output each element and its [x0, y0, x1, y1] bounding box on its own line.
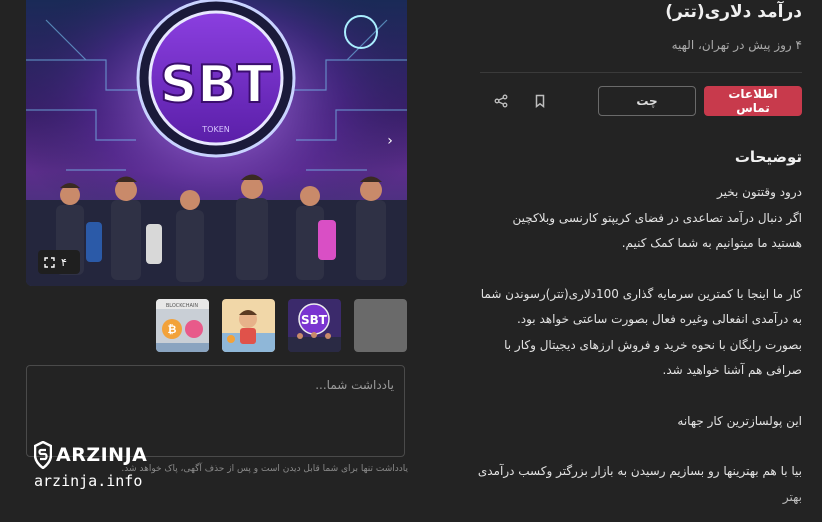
gallery-count: ۴: [61, 255, 67, 269]
thumbnail-placeholder[interactable]: [354, 299, 407, 352]
contact-info-button[interactable]: اطلاعات تماس: [704, 86, 802, 116]
site-watermark: ARZINJA arzinja.info: [34, 440, 164, 496]
description-line: [480, 257, 802, 282]
description-line: هستید ما میتوانیم به شما کمک کنیم.: [621, 236, 802, 250]
share-icon[interactable]: [490, 90, 512, 112]
shield-logo-icon: [34, 441, 52, 469]
listing-subtitle: ۴ روز پیش در تهران، الهیه: [671, 38, 802, 52]
description-line: [480, 434, 802, 459]
description-line: [480, 384, 802, 409]
note-input[interactable]: [39, 376, 396, 450]
watermark-url: arzinja.info: [34, 472, 143, 490]
description-body: درود وقتتون بخیر اگر دنبال درآمد تصاعدی …: [477, 180, 803, 510]
listing-details: درآمد دلاری(تتر) ۴ روز پیش در تهران، اله…: [477, 0, 803, 522]
svg-text:TOKEN: TOKEN: [201, 125, 229, 134]
fullscreen-icon: [44, 256, 55, 268]
description-line: اگر دنبال درآمد تصاعدی در فضای کریپتو کا…: [512, 210, 802, 225]
main-listing-image[interactable]: SBT TOKEN › ۴: [26, 0, 407, 286]
description-line: صرافی هم آشنا خواهید شد.: [662, 363, 803, 377]
description-line: درود وقتتون بخیر: [716, 185, 802, 199]
chevron-right-icon[interactable]: ›: [383, 130, 397, 152]
watermark-logo: ARZINJA: [34, 440, 164, 470]
svg-text:SBT: SBT: [160, 55, 273, 115]
thumbnail-child-illustration[interactable]: [222, 299, 275, 352]
thumbnail-sbt-token[interactable]: SBT: [288, 299, 341, 352]
chat-button[interactable]: چت: [598, 86, 696, 116]
thumbnail-blockchain-coins[interactable]: BLOCKCHAIN ₿: [156, 299, 209, 352]
description-line: بصورت رایگان با نحوه خرید و فروش ارزهای …: [504, 337, 802, 352]
description-line: به درآمدی انفعالی وغیره فعال بصورت ساعتی…: [516, 312, 802, 326]
bookmark-icon[interactable]: [529, 90, 551, 112]
gallery-count-badge[interactable]: ۴: [38, 250, 80, 274]
svg-text:₿: ₿: [168, 323, 177, 336]
description-line: این پولسازترین کار جهانه: [677, 413, 802, 428]
divider: [480, 72, 802, 73]
description-line: کار ما اینجا با کمترین سرمایه گذاری 100د…: [480, 286, 802, 301]
thumbnail-strip: SBT BLOCKCHAIN ₿: [156, 299, 408, 353]
watermark-brand: ARZINJA: [56, 444, 148, 466]
description-title: توضیحات: [734, 148, 802, 166]
description-line: بیا با هم بهترینها رو بسازیم رسیدن به با…: [477, 464, 802, 478]
svg-text:SBT: SBT: [301, 313, 328, 327]
sbt-token-illustration: SBT TOKEN: [26, 0, 407, 286]
listing-title: درآمد دلاری(تتر): [665, 2, 802, 22]
listing-page: SBT TOKEN › ۴ SBT BLOCKCHAIN ₿ یادداشت ش…: [0, 0, 822, 522]
description-line: بهتر: [782, 489, 802, 504]
svg-text:BLOCKCHAIN: BLOCKCHAIN: [166, 303, 199, 309]
